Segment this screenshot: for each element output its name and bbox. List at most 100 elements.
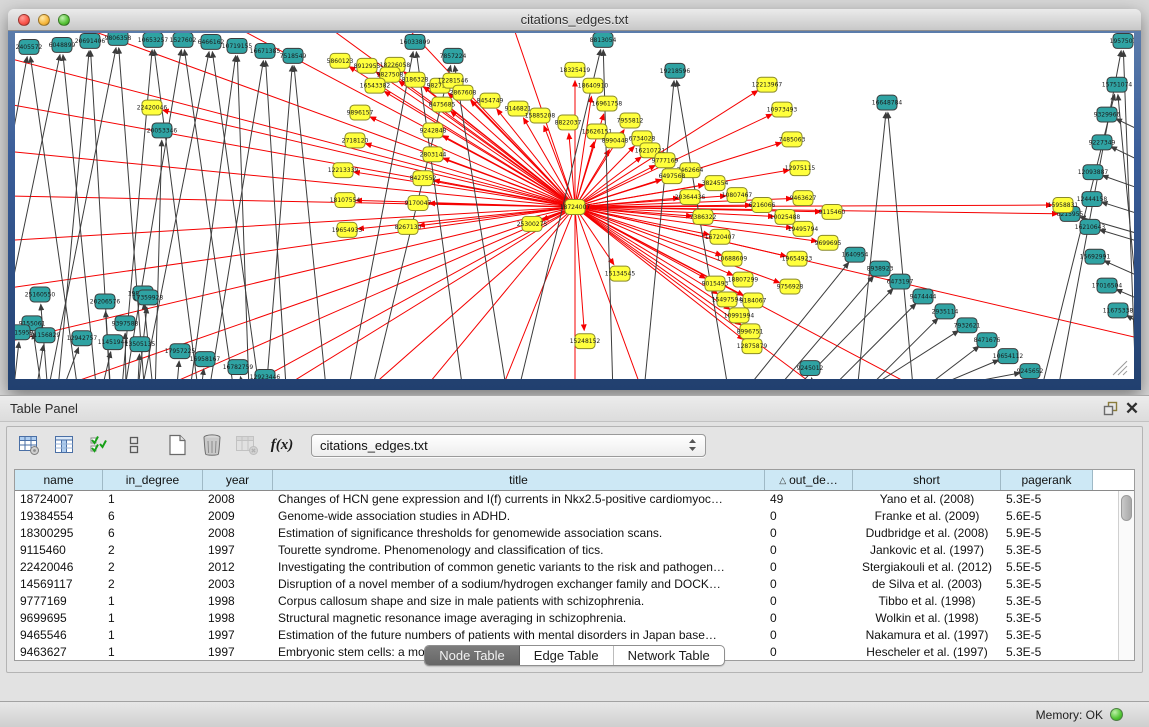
citation-edge[interactable] bbox=[137, 354, 140, 379]
network-node[interactable] bbox=[405, 34, 425, 49]
network-node[interactable] bbox=[790, 161, 810, 176]
column-header-pagerank[interactable]: pagerank bbox=[1001, 470, 1093, 490]
citation-edge[interactable] bbox=[174, 361, 180, 379]
citation-edge[interactable] bbox=[931, 373, 1021, 379]
network-node[interactable] bbox=[742, 339, 762, 354]
tab-node-table[interactable]: Node Table bbox=[425, 646, 520, 665]
network-node[interactable] bbox=[1085, 249, 1105, 264]
network-node[interactable] bbox=[143, 33, 163, 47]
table-row[interactable]: 911546021997Tourette syndrome. Phenomeno… bbox=[15, 542, 1118, 559]
tab-edge-table[interactable]: Edge Table bbox=[520, 646, 614, 665]
network-node[interactable] bbox=[655, 153, 675, 168]
network-node[interactable] bbox=[1108, 303, 1128, 318]
network-node[interactable] bbox=[787, 251, 807, 266]
network-node[interactable] bbox=[727, 188, 747, 203]
network-node[interactable] bbox=[587, 124, 607, 139]
citation-edge[interactable] bbox=[1111, 147, 1134, 178]
table-row[interactable]: 2242004622012Investigating the contribut… bbox=[15, 559, 1118, 576]
network-node[interactable] bbox=[782, 132, 802, 147]
network-node[interactable] bbox=[575, 334, 595, 349]
network-node[interactable] bbox=[665, 63, 685, 78]
network-node[interactable] bbox=[508, 101, 528, 116]
create-table-icon[interactable] bbox=[165, 433, 189, 457]
network-node[interactable] bbox=[423, 123, 443, 138]
network-node[interactable] bbox=[52, 37, 72, 52]
network-node[interactable] bbox=[1080, 219, 1100, 234]
network-node[interactable] bbox=[283, 48, 303, 63]
network-node[interactable] bbox=[432, 97, 452, 112]
network-node[interactable] bbox=[743, 293, 763, 308]
function-builder-icon[interactable]: f(x) bbox=[270, 433, 294, 457]
network-node[interactable] bbox=[345, 133, 365, 148]
canvas-resize-grip[interactable] bbox=[1113, 361, 1127, 375]
network-node[interactable] bbox=[757, 77, 777, 92]
citation-edge[interactable] bbox=[888, 112, 917, 379]
network-node[interactable] bbox=[722, 251, 742, 266]
network-node[interactable] bbox=[662, 169, 682, 184]
select-all-icon[interactable] bbox=[87, 433, 111, 457]
network-node[interactable] bbox=[405, 72, 425, 87]
citation-edge[interactable] bbox=[15, 207, 575, 252]
citation-edge[interactable] bbox=[183, 56, 235, 379]
citation-edge[interactable] bbox=[575, 97, 591, 207]
delete-attribute-icon[interactable] bbox=[200, 433, 224, 457]
citation-edge[interactable] bbox=[1100, 230, 1134, 253]
network-node[interactable] bbox=[1097, 278, 1117, 293]
network-node[interactable] bbox=[845, 247, 865, 262]
network-node[interactable] bbox=[957, 318, 977, 333]
network-node[interactable] bbox=[793, 221, 813, 236]
network-node[interactable] bbox=[173, 33, 193, 47]
citation-edge[interactable] bbox=[266, 61, 289, 379]
network-node[interactable] bbox=[357, 58, 377, 73]
network-node[interactable] bbox=[108, 33, 128, 45]
network-node[interactable] bbox=[195, 352, 215, 367]
network-node[interactable] bbox=[705, 276, 725, 291]
table-row[interactable]: 1872400712008Changes of HCN gene express… bbox=[15, 491, 1118, 508]
network-node[interactable] bbox=[530, 108, 550, 123]
citation-edge[interactable] bbox=[15, 207, 575, 371]
table-scrollbar[interactable] bbox=[1118, 491, 1134, 660]
close-panel-icon[interactable]: ✕ bbox=[1121, 399, 1143, 419]
network-hub-node[interactable] bbox=[565, 200, 585, 215]
citation-edge[interactable] bbox=[240, 377, 249, 379]
citation-edge[interactable] bbox=[575, 207, 741, 325]
network-node[interactable] bbox=[998, 349, 1018, 364]
citation-edge[interactable] bbox=[643, 81, 674, 379]
citation-edge[interactable] bbox=[455, 66, 509, 379]
citation-edge[interactable] bbox=[1127, 315, 1134, 343]
network-node[interactable] bbox=[775, 209, 795, 224]
network-node[interactable] bbox=[19, 39, 39, 54]
network-node[interactable] bbox=[95, 294, 115, 309]
network-node[interactable] bbox=[733, 272, 753, 287]
citation-edge[interactable] bbox=[370, 117, 575, 207]
citation-edge[interactable] bbox=[165, 207, 575, 379]
column-header-in_degree[interactable]: in_degree bbox=[103, 470, 203, 490]
network-node[interactable] bbox=[80, 33, 100, 48]
network-node[interactable] bbox=[255, 43, 275, 58]
citation-edge[interactable] bbox=[812, 378, 818, 379]
network-node[interactable] bbox=[620, 113, 640, 128]
column-header-short[interactable]: short bbox=[853, 470, 1001, 490]
network-node[interactable] bbox=[583, 78, 603, 93]
network-node[interactable] bbox=[1020, 364, 1040, 379]
network-node[interactable] bbox=[729, 308, 749, 323]
citation-edge[interactable] bbox=[154, 140, 161, 379]
show-columns-icon[interactable] bbox=[52, 433, 76, 457]
network-node[interactable] bbox=[138, 290, 158, 305]
network-node[interactable] bbox=[15, 325, 30, 340]
network-node[interactable] bbox=[1083, 165, 1103, 180]
network-node[interactable] bbox=[870, 261, 890, 276]
window-titlebar[interactable]: citations_edges.txt bbox=[8, 9, 1141, 31]
citation-edge[interactable] bbox=[91, 51, 115, 379]
network-node[interactable] bbox=[752, 198, 772, 213]
network-node[interactable] bbox=[818, 235, 838, 250]
network-node[interactable] bbox=[705, 176, 725, 191]
network-graph[interactable]: 2405572604889920691406980635810653257152… bbox=[15, 33, 1134, 379]
column-header-out_degree[interactable]: △out_de… bbox=[765, 470, 853, 490]
network-node[interactable] bbox=[413, 171, 433, 186]
network-node[interactable] bbox=[228, 360, 248, 375]
network-canvas[interactable]: 2405572604889920691406980635810653257152… bbox=[15, 33, 1134, 379]
network-node[interactable] bbox=[780, 279, 800, 294]
network-node[interactable] bbox=[170, 344, 190, 359]
network-node[interactable] bbox=[130, 337, 150, 352]
